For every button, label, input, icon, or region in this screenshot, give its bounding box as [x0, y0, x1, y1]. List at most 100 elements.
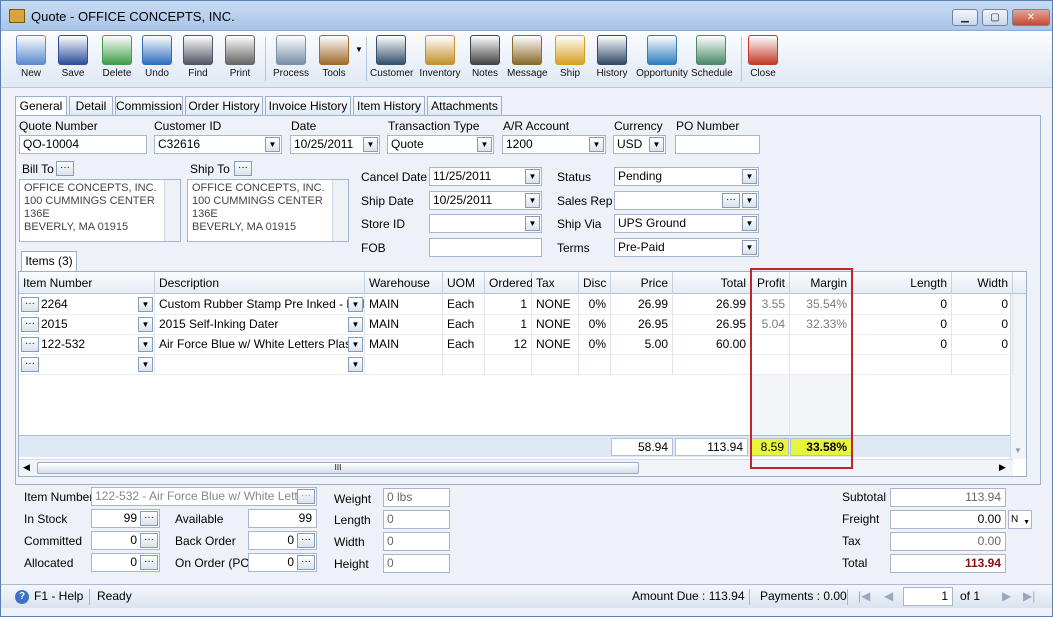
tab-general[interactable]: General [15, 96, 67, 117]
freight-tax-code-select[interactable]: N ▼ [1008, 510, 1032, 529]
chevron-down-icon[interactable]: ▼ [138, 357, 153, 372]
column-header-uom[interactable]: UOM [443, 272, 485, 294]
cell-uom[interactable]: Each [443, 335, 485, 355]
date-field[interactable]: 10/25/2011 ▼ [290, 135, 380, 154]
prev-page-icon[interactable]: ◀ [884, 585, 893, 608]
close-window-button[interactable]: ✕ [1012, 9, 1050, 26]
inventory-button[interactable]: Inventory [419, 35, 461, 85]
cell-disc[interactable] [579, 355, 611, 375]
column-header-disc[interactable]: Disc [579, 272, 611, 294]
cell-ordered[interactable]: 1 [485, 295, 532, 315]
terms-select[interactable]: Pre-Paid ▼ [614, 238, 759, 257]
cell-wh[interactable]: MAIN [365, 295, 443, 315]
item-lookup-button[interactable]: ··· [21, 317, 39, 332]
tab-order-history[interactable]: Order History [185, 96, 263, 116]
column-header-item-number[interactable]: Item Number [19, 272, 155, 294]
quote-number-field[interactable]: QO-10004 [19, 135, 147, 154]
tab-commission[interactable]: Commission [115, 96, 183, 116]
chevron-down-icon[interactable]: ▼ [525, 169, 540, 184]
notes-button[interactable]: Notes [468, 35, 502, 85]
cell-total[interactable]: 60.00 [673, 335, 751, 355]
ship-date-field[interactable]: 10/25/2011 ▼ [429, 191, 542, 210]
sales-rep-select[interactable]: ··· ▼ [614, 191, 759, 210]
cell-item[interactable]: ··· ▼ 2264 [19, 295, 155, 315]
transaction-type-select[interactable]: Quote ▼ [387, 135, 494, 154]
chevron-down-icon[interactable]: ▼ [348, 297, 363, 312]
page-number-input[interactable]: 1 [903, 587, 953, 606]
cell-desc[interactable]: ▼ Custom Rubber Stamp Pre Inked - PSI 2 [155, 295, 365, 315]
minimize-button[interactable]: ▁ [952, 9, 978, 26]
cell-ordered[interactable] [485, 355, 532, 375]
item-lookup-button[interactable]: ··· [21, 297, 39, 312]
cell-item[interactable]: ··· ▼ 122-532 [19, 335, 155, 355]
back-order-lookup-button[interactable]: ··· [297, 533, 315, 548]
available-field[interactable]: 99 [248, 509, 317, 528]
chevron-down-icon[interactable]: ▼ [138, 297, 153, 312]
cell-tax[interactable]: NONE [532, 315, 579, 335]
cell-width[interactable]: 0 [952, 295, 1013, 315]
cell-length[interactable]: 0 [852, 295, 952, 315]
on-order-field[interactable]: 0 ··· [248, 553, 317, 572]
column-header-ordered[interactable]: Ordered [485, 272, 533, 294]
opportunity-button[interactable]: Opportunity [636, 35, 688, 85]
horizontal-scrollbar[interactable]: ◀ III ▶ [19, 459, 1013, 476]
item-lookup-button[interactable]: ··· [21, 337, 39, 352]
ship-to-address[interactable]: OFFICE CONCEPTS, INC. 100 CUMMINGS CENTER… [187, 179, 349, 242]
chevron-down-icon[interactable]: ▼ [742, 193, 757, 208]
save-button[interactable]: Save [57, 35, 89, 85]
chevron-down-icon[interactable]: ▼ [477, 137, 492, 152]
on-order-lookup-button[interactable]: ··· [297, 555, 315, 570]
help-hint[interactable]: F1 - Help [34, 585, 83, 608]
bill-to-lookup-button[interactable]: ··· [56, 161, 74, 176]
tab-invoice-history[interactable]: Invoice History [265, 96, 351, 116]
currency-select[interactable]: USD ▼ [613, 135, 666, 154]
store-id-select[interactable]: ▼ [429, 214, 542, 233]
cell-desc[interactable]: ▼ [155, 355, 365, 375]
item-number-field[interactable]: 122-532 - Air Force Blue w/ White Letter… [91, 487, 317, 506]
cell-wh[interactable]: MAIN [365, 315, 443, 335]
scrollbar[interactable] [164, 180, 180, 241]
process-button[interactable]: Process [272, 35, 310, 85]
cell-price[interactable]: 26.99 [611, 295, 673, 315]
chevron-down-icon[interactable]: ▼ [742, 169, 757, 184]
new-button[interactable]: New [15, 35, 47, 85]
tab-detail[interactable]: Detail [69, 96, 113, 116]
allocated-field[interactable]: 0 ··· [91, 553, 160, 572]
column-header-tax[interactable]: Tax [532, 272, 579, 294]
chevron-down-icon[interactable]: ▼ [525, 193, 540, 208]
cell-total[interactable] [673, 355, 751, 375]
tools-dropdown-icon[interactable]: ▼ [355, 45, 363, 54]
chevron-down-icon[interactable]: ▼ [348, 317, 363, 332]
chevron-down-icon[interactable]: ▼ [649, 137, 664, 152]
height-field[interactable]: 0 [383, 554, 450, 573]
sales-rep-lookup-button[interactable]: ··· [722, 193, 740, 208]
cell-uom[interactable]: Each [443, 295, 485, 315]
scrollbar[interactable] [332, 180, 348, 241]
tab-item-history[interactable]: Item History [353, 96, 425, 116]
next-page-icon[interactable]: ▶ [1002, 585, 1011, 608]
in-stock-lookup-button[interactable]: ··· [140, 511, 158, 526]
scroll-thumb[interactable]: III [37, 462, 639, 474]
cell-total[interactable]: 26.95 [673, 315, 751, 335]
column-header-warehouse[interactable]: Warehouse [365, 272, 443, 294]
cell-tax[interactable] [532, 355, 579, 375]
message-button[interactable]: Message [507, 35, 548, 85]
tools-button[interactable]: Tools [317, 35, 351, 85]
history-button[interactable]: History [595, 35, 629, 85]
tab-attachments[interactable]: Attachments [427, 96, 502, 116]
chevron-down-icon[interactable]: ▼ [348, 337, 363, 352]
scroll-left-icon[interactable]: ◀ [23, 462, 30, 473]
cell-price[interactable]: 26.95 [611, 315, 673, 335]
width-field[interactable]: 0 [383, 532, 450, 551]
chevron-down-icon[interactable]: ▼ [589, 137, 604, 152]
cell-price[interactable]: 5.00 [611, 335, 673, 355]
cell-length[interactable]: 0 [852, 315, 952, 335]
tab-items[interactable]: Items (3) [21, 251, 77, 271]
close-button[interactable]: Close [746, 35, 780, 85]
column-header-width[interactable]: Width [952, 272, 1013, 294]
cell-wh[interactable] [365, 355, 443, 375]
cell-desc[interactable]: ▼ 2015 Self-Inking Dater [155, 315, 365, 335]
undo-button[interactable]: Undo [141, 35, 173, 85]
cell-width[interactable]: 0 [952, 335, 1013, 355]
back-order-field[interactable]: 0 ··· [248, 531, 317, 550]
